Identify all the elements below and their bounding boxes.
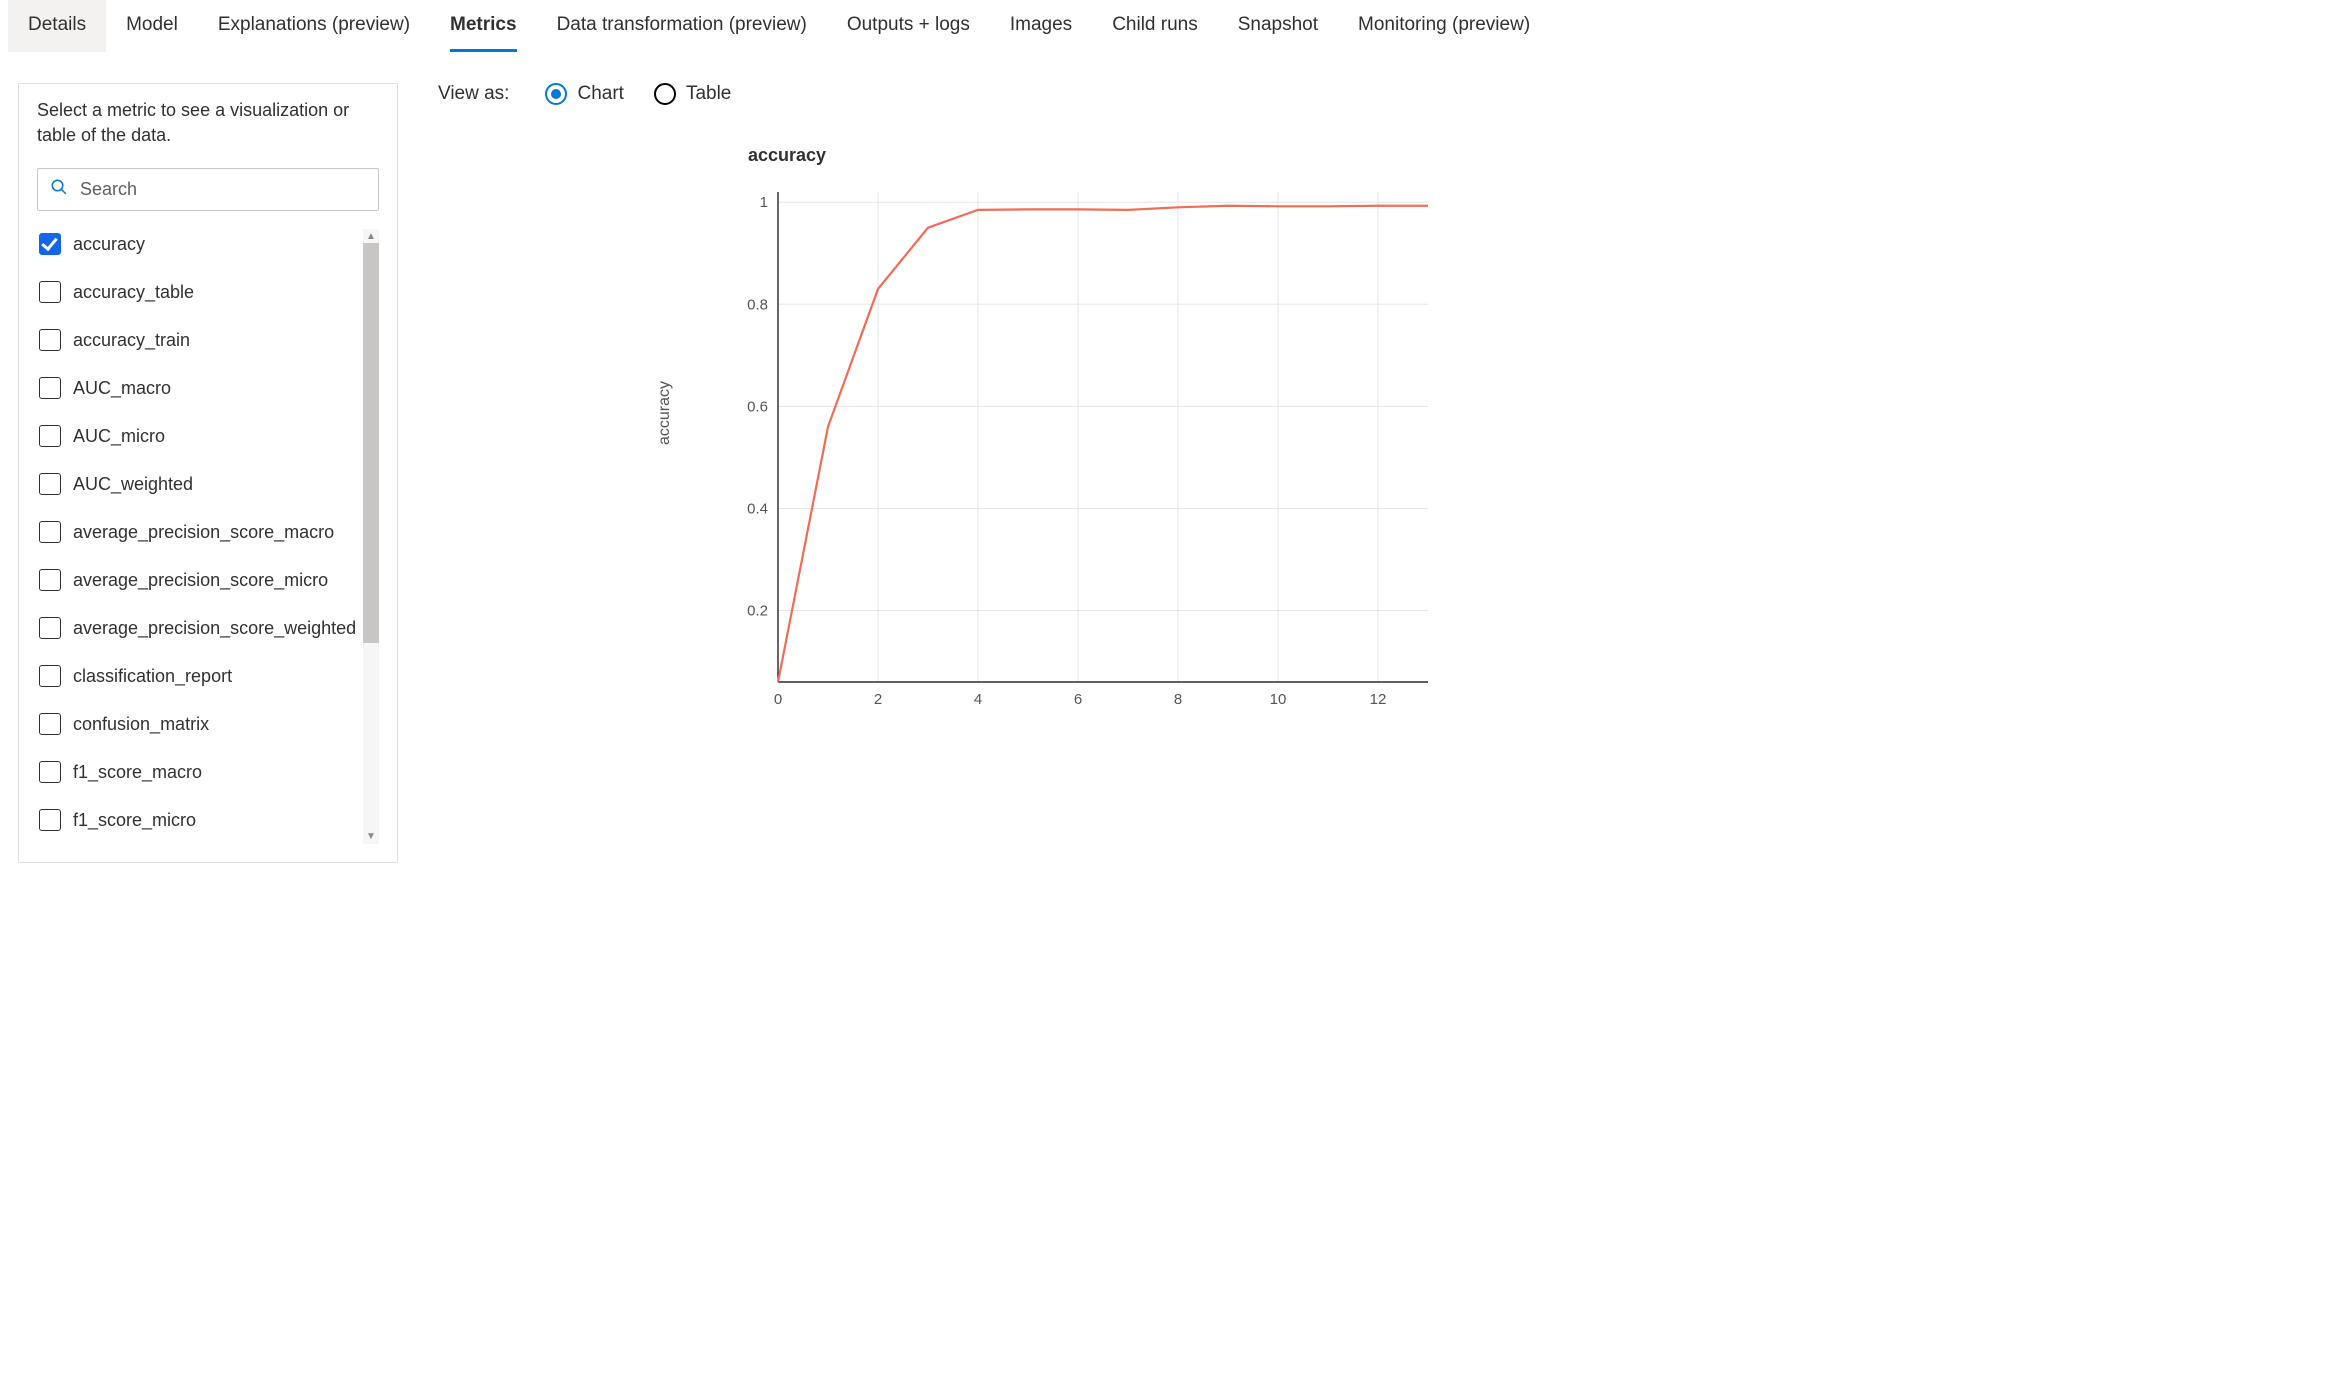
scrollbar-thumb[interactable] [363, 243, 379, 643]
metric-label: average_precision_score_weighted [73, 618, 356, 639]
metric-item-average-precision-score-micro[interactable]: average_precision_score_micro [37, 565, 357, 595]
scroll-down-arrow-icon[interactable]: ▼ [366, 829, 376, 844]
radio-label: Chart [577, 83, 623, 105]
svg-text:0: 0 [774, 691, 782, 708]
view-as-group: View as: Chart Table [438, 83, 2314, 105]
checkbox[interactable] [39, 377, 61, 399]
svg-text:4: 4 [974, 691, 982, 708]
view-as-label: View as: [438, 83, 509, 105]
svg-text:0.4: 0.4 [747, 500, 768, 517]
view-as-chart-radio[interactable]: Chart [545, 83, 623, 105]
tab-data-transformation-preview[interactable]: Data transformation (preview) [537, 0, 827, 52]
tab-outputs-logs[interactable]: Outputs + logs [827, 0, 990, 52]
checkbox[interactable] [39, 281, 61, 303]
svg-text:8: 8 [1174, 691, 1182, 708]
radio-icon [545, 83, 567, 105]
checkbox[interactable] [39, 521, 61, 543]
metric-item-auc-macro[interactable]: AUC_macro [37, 373, 357, 403]
chart-area: View as: Chart Table accuracy accuracy 0 2… [438, 83, 2314, 863]
metric-item-confusion-matrix[interactable]: confusion_matrix [37, 709, 357, 739]
search-input[interactable] [78, 178, 366, 201]
metric-label: average_precision_score_macro [73, 522, 334, 543]
svg-text:6: 6 [1074, 691, 1082, 708]
checkbox[interactable] [39, 569, 61, 591]
checkbox[interactable] [39, 329, 61, 351]
tab-images[interactable]: Images [990, 0, 1092, 52]
chart-title: accuracy [718, 145, 2314, 166]
metrics-panel: Select a metric to see a visualization o… [18, 83, 398, 863]
checkbox[interactable] [39, 233, 61, 255]
view-as-table-radio[interactable]: Table [654, 83, 731, 105]
panel-description: Select a metric to see a visualization o… [37, 98, 379, 148]
metric-item-auc-weighted[interactable]: AUC_weighted [37, 469, 357, 499]
metric-item-accuracy-table[interactable]: accuracy_table [37, 277, 357, 307]
checkbox[interactable] [39, 713, 61, 735]
checkbox[interactable] [39, 473, 61, 495]
metric-item-f1-score-micro[interactable]: f1_score_micro [37, 805, 357, 835]
metric-label: f1_score_micro [73, 810, 196, 831]
checkbox[interactable] [39, 809, 61, 831]
metric-search[interactable] [37, 168, 379, 211]
tab-snapshot[interactable]: Snapshot [1218, 0, 1338, 52]
svg-text:0.6: 0.6 [747, 398, 768, 415]
metric-item-auc-micro[interactable]: AUC_micro [37, 421, 357, 451]
radio-icon [654, 83, 676, 105]
checkbox[interactable] [39, 761, 61, 783]
metric-label: accuracy [73, 234, 145, 255]
tab-explanations-preview[interactable]: Explanations (preview) [198, 0, 430, 52]
metric-label: AUC_micro [73, 426, 165, 447]
tab-child-runs[interactable]: Child runs [1092, 0, 1218, 52]
search-icon [50, 178, 68, 201]
checkbox[interactable] [39, 665, 61, 687]
tab-model[interactable]: Model [106, 0, 198, 52]
metric-label: average_precision_score_micro [73, 570, 328, 591]
metric-item-accuracy-train[interactable]: accuracy_train [37, 325, 357, 355]
metric-label: AUC_macro [73, 378, 171, 399]
metric-label: accuracy_train [73, 330, 190, 351]
scroll-up-arrow-icon[interactable]: ▲ [366, 229, 376, 244]
svg-text:2: 2 [874, 691, 882, 708]
scrollbar[interactable]: ▲ ▼ [363, 229, 379, 844]
svg-text:0.8: 0.8 [747, 296, 768, 313]
metric-item-classification-report[interactable]: classification_report [37, 661, 357, 691]
chart-y-axis-label: accuracy [656, 381, 674, 445]
metric-label: confusion_matrix [73, 714, 209, 735]
metric-list[interactable]: accuracy accuracy_table accuracy_train AUC_… [37, 229, 363, 844]
checkbox[interactable] [39, 425, 61, 447]
svg-text:0.2: 0.2 [747, 603, 768, 620]
metric-item-f1-score-macro[interactable]: f1_score_macro [37, 757, 357, 787]
metric-label: classification_report [73, 666, 232, 687]
svg-text:1: 1 [760, 194, 768, 211]
metric-label: AUC_weighted [73, 474, 193, 495]
radio-label: Table [686, 83, 731, 105]
tab-monitoring-preview[interactable]: Monitoring (preview) [1338, 0, 1550, 52]
checkbox[interactable] [39, 617, 61, 639]
metric-label: f1_score_macro [73, 762, 202, 783]
tab-metrics[interactable]: Metrics [430, 0, 537, 52]
svg-text:12: 12 [1370, 691, 1387, 708]
svg-text:10: 10 [1270, 691, 1287, 708]
tabs: DetailsModelExplanations (preview)Metric… [0, 0, 2332, 53]
metric-item-average-precision-score-macro[interactable]: average_precision_score_macro [37, 517, 357, 547]
chart: 0 2 4 6 8 10 12 0.2 0.4 0.6 0.8 1 [718, 182, 1438, 722]
tab-details[interactable]: Details [8, 0, 106, 52]
metric-item-average-precision-score-weighted[interactable]: average_precision_score_weighted [37, 613, 357, 643]
metric-item-accuracy[interactable]: accuracy [37, 229, 357, 259]
metric-label: accuracy_table [73, 282, 194, 303]
